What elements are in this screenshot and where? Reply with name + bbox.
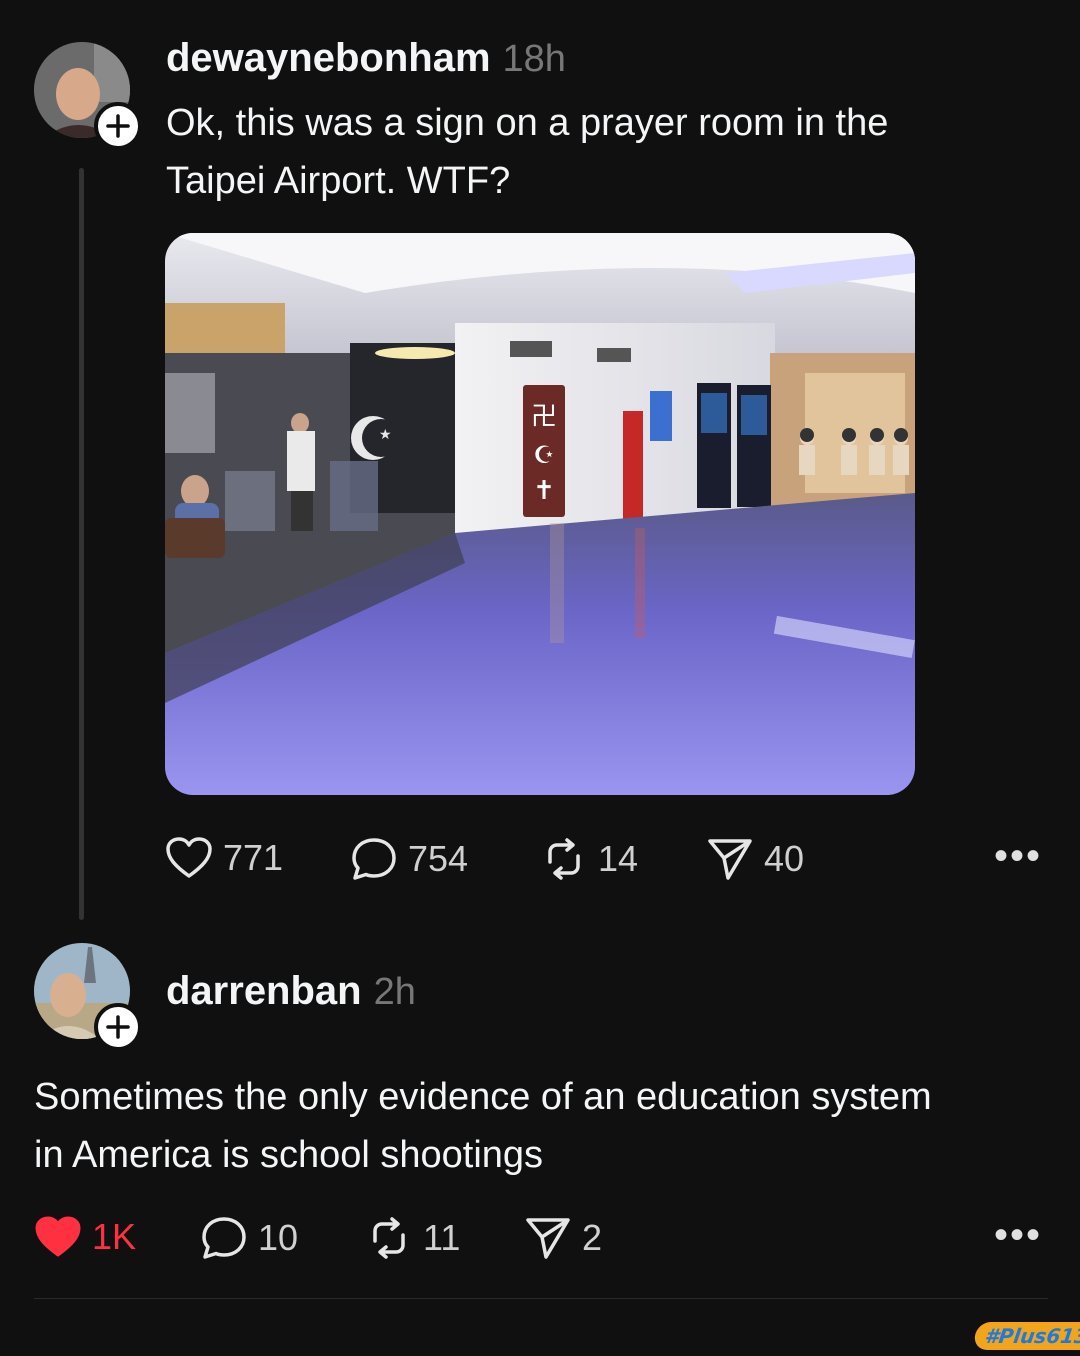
follow-plus-button[interactable] [94, 102, 142, 150]
more-icon: ••• [994, 1213, 1043, 1257]
username[interactable]: darrenban [166, 969, 362, 1014]
reply-button[interactable]: 10 [200, 1215, 298, 1261]
send-icon [708, 839, 752, 880]
reply-header: darrenban 2h [166, 969, 416, 1019]
post-text: Ok, this was a sign on a prayer room in … [166, 94, 1046, 210]
share-count: 2 [582, 1217, 603, 1258]
plus-icon [106, 114, 130, 138]
reply-text: Sometimes the only evidence of an educat… [34, 1068, 1054, 1184]
plus-icon [106, 1015, 130, 1039]
sign-symbol: 卍 [531, 402, 557, 432]
watermark-text: #Plus613 [983, 1324, 1080, 1348]
like-count: 1K [92, 1216, 137, 1257]
like-button[interactable]: 771 [165, 836, 283, 880]
more-options-button[interactable]: ••• [994, 834, 1042, 879]
comment-bubble-icon [202, 1217, 246, 1259]
reply-count: 10 [258, 1217, 299, 1258]
post-text-line: Ok, this was a sign on a prayer room in … [166, 102, 889, 144]
heart-icon [166, 837, 212, 878]
like-button[interactable]: 1K [34, 1215, 136, 1259]
repost-count: 11 [423, 1217, 461, 1258]
share-count: 40 [764, 838, 805, 879]
watermark-logo: #Plus613 [973, 1322, 1080, 1350]
repost-icon [373, 1217, 405, 1259]
reply-text-line: in America is school shootings [34, 1134, 544, 1176]
svg-text:★: ★ [379, 427, 392, 443]
comment-bubble-icon [352, 838, 396, 880]
sign-symbol: ✝ [533, 476, 555, 506]
timestamp: 2h [373, 971, 416, 1013]
timestamp: 18h [502, 38, 566, 80]
follow-plus-button[interactable] [94, 1003, 142, 1051]
share-button[interactable]: 2 [524, 1215, 602, 1261]
post-photo[interactable]: ★ 卍 ☪ ✝ [165, 233, 915, 795]
more-options-button[interactable]: ••• [994, 1213, 1042, 1258]
repost-button[interactable]: 14 [540, 836, 638, 882]
username[interactable]: dewaynebonham [166, 36, 491, 81]
more-icon: ••• [994, 834, 1043, 878]
post-header: dewaynebonham 18h [166, 36, 566, 86]
sign-symbol: ☪ [533, 441, 555, 469]
divider [34, 1298, 1048, 1299]
repost-icon [548, 838, 580, 880]
share-button[interactable]: 40 [706, 836, 804, 882]
send-icon [526, 1218, 570, 1259]
reply-button[interactable]: 754 [350, 836, 468, 882]
repost-button[interactable]: 11 [365, 1215, 460, 1261]
heart-filled-icon [35, 1216, 81, 1257]
repost-count: 14 [598, 838, 639, 879]
reply-text-line: Sometimes the only evidence of an educat… [34, 1076, 932, 1118]
reply-count: 754 [408, 838, 469, 879]
post-text-line: Taipei Airport. WTF? [166, 160, 511, 202]
thread-line [79, 168, 84, 920]
like-count: 771 [223, 837, 284, 878]
